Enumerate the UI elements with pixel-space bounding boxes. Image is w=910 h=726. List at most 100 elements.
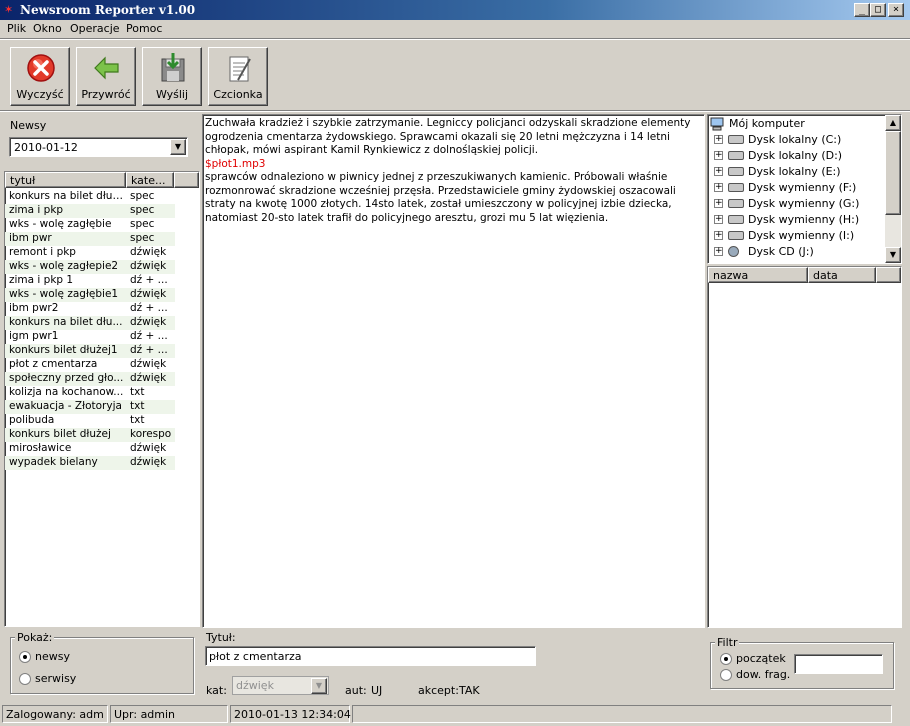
list-item-category: dźwięk [130, 260, 167, 272]
disk-drive-icon [728, 183, 744, 192]
list-item[interactable]: konkurs bilet dłużej1 dź + ... [5, 344, 175, 358]
list-item[interactable]: ibm pwr2 dź + ... [5, 302, 175, 316]
list-item[interactable]: społeczny przed gło... dźwięk [5, 372, 175, 386]
list-item[interactable]: wypadek bielany dźwięk [5, 456, 175, 470]
list-item-category: txt [130, 414, 145, 426]
list-item[interactable]: ibm pwr spec [5, 232, 175, 246]
list-item[interactable]: wks - wolę zagłębie1 dźwięk [5, 288, 175, 302]
author-label: aut: [345, 684, 367, 697]
expand-icon[interactable]: + [714, 183, 723, 192]
minimize-button[interactable]: _ [854, 3, 870, 17]
list-item[interactable]: polibuda txt [5, 414, 175, 428]
expand-icon[interactable]: + [714, 135, 723, 144]
list-item-title: igm pwr1 [9, 330, 59, 342]
filter-input[interactable] [794, 654, 883, 674]
menu-pomoc[interactable]: Pomoc [126, 22, 162, 35]
list-item-category: dź + ... [130, 274, 168, 286]
list-item[interactable]: mirosławice dźwięk [5, 442, 175, 456]
filter-group-title: Filtr [715, 636, 740, 649]
list-item-title: społeczny przed gło... [9, 372, 124, 384]
scroll-down-icon[interactable]: ▼ [885, 247, 901, 263]
chevron-down-icon[interactable]: ▼ [170, 139, 186, 155]
radio-news[interactable] [19, 651, 31, 663]
column-header-filler [876, 267, 901, 283]
list-item-category: dź + ... [130, 344, 168, 356]
menu-okno[interactable]: Okno [33, 22, 62, 35]
list-item[interactable]: płot z cmentarza dźwięk [5, 358, 175, 372]
title-field-value: płot z cmentarza [209, 650, 302, 663]
list-item[interactable]: konkurs na bilet dłużej spec [5, 190, 175, 204]
expand-icon[interactable]: + [714, 231, 723, 240]
article-editor[interactable]: Zuchwała kradzież i szybkie zatrzymanie.… [202, 114, 705, 628]
folder-tree[interactable]: Mój komputer + Dysk lokalny (C:) + Dysk lok… [707, 114, 902, 264]
column-header-date[interactable]: data [808, 267, 876, 283]
status-empty [352, 705, 892, 723]
list-item[interactable]: remont i pkp dźwięk [5, 246, 175, 260]
scroll-thumb[interactable] [885, 131, 901, 215]
list-item[interactable]: igm pwr1 dź + ... [5, 330, 175, 344]
show-group-title: Pokaż: [15, 631, 55, 644]
tree-drive-label: Dysk wymienny (F:) [748, 181, 857, 194]
clear-button[interactable]: Wyczyść [10, 47, 70, 106]
radio-services-label: serwisy [35, 672, 77, 685]
font-document-icon [229, 56, 251, 82]
send-button[interactable]: Wyślij [142, 47, 202, 106]
category-select[interactable]: dźwięk ▼ [232, 676, 329, 695]
column-header-name[interactable]: nazwa [708, 267, 808, 283]
list-item[interactable]: konkurs bilet dłużej korespo [5, 428, 175, 442]
tree-scrollbar[interactable]: ▲ ▼ [885, 115, 901, 263]
list-item-title: konkurs na bilet dłu... [9, 316, 123, 328]
title-field[interactable]: płot z cmentarza [205, 646, 536, 666]
disk-drive-icon [728, 199, 744, 208]
maximize-button[interactable]: □ [870, 3, 886, 17]
font-button[interactable]: Czcionka [208, 47, 268, 106]
column-header-category[interactable]: kate... [126, 172, 174, 188]
tree-drive-label: Dysk wymienny (G:) [748, 197, 860, 210]
list-item[interactable]: wks - wolę zagłębie spec [5, 218, 175, 232]
radio-prefix[interactable] [720, 653, 732, 665]
list-item-title: płot z cmentarza [9, 358, 98, 370]
news-list[interactable]: tytuł kate... konkurs na bilet dłużej spe… [4, 171, 200, 627]
radio-services[interactable] [19, 673, 31, 685]
menu-operacje[interactable]: Operacje [70, 22, 120, 35]
list-item[interactable]: wks - wolę zagłepie2 dźwięk [5, 260, 175, 274]
title-field-label: Tytuł: [206, 631, 236, 644]
list-item-category: dźwięk [130, 442, 167, 454]
status-bar: Zalogowany: adm Upr: admin 2010-01-13 12… [0, 703, 910, 726]
list-item[interactable]: kolizja na kochanow... txt [5, 386, 175, 400]
send-disk-icon [161, 53, 185, 82]
window-title: Newsroom Reporter v1.00 [20, 3, 196, 17]
radio-fragment[interactable] [720, 669, 732, 681]
menu-separator [0, 38, 910, 40]
close-button[interactable]: × [888, 3, 904, 17]
expand-icon[interactable]: + [714, 199, 723, 208]
article-paragraph: sprawców odnaleziono w piwnicy jednej z … [205, 171, 676, 224]
list-item-category: txt [130, 386, 145, 398]
scroll-up-icon[interactable]: ▲ [885, 115, 901, 131]
list-item[interactable]: zima i pkp 1 dź + ... [5, 274, 175, 288]
date-select[interactable]: 2010-01-12 ▼ [9, 137, 188, 157]
computer-icon [710, 117, 724, 131]
chevron-down-icon[interactable]: ▼ [311, 678, 327, 694]
disk-drive-icon [728, 151, 744, 160]
column-header-title[interactable]: tytuł [5, 172, 126, 188]
file-list[interactable]: nazwa data [707, 266, 902, 628]
list-item[interactable]: ewakuacja - Złotoryja txt [5, 400, 175, 414]
expand-icon[interactable]: + [714, 167, 723, 176]
show-group: Pokaż: newsy serwisy [10, 631, 194, 694]
expand-icon[interactable]: + [714, 151, 723, 160]
list-item[interactable]: zima i pkp spec [5, 204, 175, 218]
tree-drive-label: Dysk lokalny (E:) [748, 165, 841, 178]
accept-label: akcept: [418, 684, 459, 697]
list-item[interactable]: konkurs na bilet dłu... dźwięk [5, 316, 175, 330]
radio-news-label: newsy [35, 650, 70, 663]
cd-drive-icon [728, 246, 739, 257]
menu-plik[interactable]: Plik [7, 22, 26, 35]
list-item-category: dź + ... [130, 330, 168, 342]
send-label: Wyślij [155, 88, 189, 101]
disk-drive-icon [728, 167, 744, 176]
restore-button[interactable]: Przywróć [76, 47, 136, 106]
list-item-category: dź + ... [130, 302, 168, 314]
expand-icon[interactable]: + [714, 215, 723, 224]
expand-icon[interactable]: + [714, 247, 723, 256]
